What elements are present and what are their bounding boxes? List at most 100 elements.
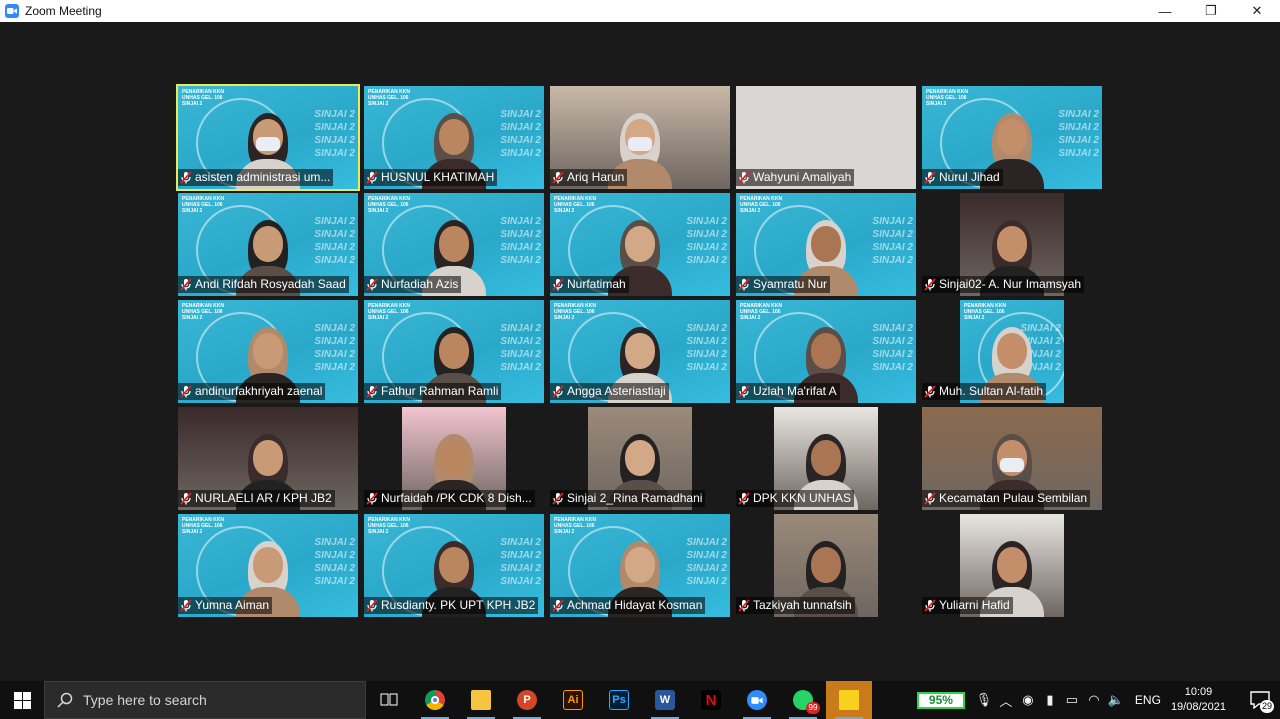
taskbar-apps: P Ai Ps W N 99 (366, 681, 872, 719)
chrome-taskbar-button[interactable] (412, 681, 458, 719)
illustrator-icon: Ai (563, 690, 583, 710)
participant-name: Andi Rifdah Rosyadah Saad (195, 277, 346, 291)
word-taskbar-button[interactable]: W (642, 681, 688, 719)
powerpoint-taskbar-button[interactable]: P (504, 681, 550, 719)
banner-watermark: SINJAI 2 SINJAI 2 SINJAI 2 SINJAI 2 (500, 323, 541, 373)
battery-tray-icon[interactable]: ▭ (1061, 681, 1083, 719)
participant-name: Tazkiyah tunnafsih (753, 598, 852, 612)
muted-mic-icon (366, 171, 381, 184)
banner-watermark: SINJAI 2 SINJAI 2 SINJAI 2 SINJAI 2 (872, 323, 913, 373)
banner-header: PENARIKAN KKN UNHAS GEL. 106 SINJAI 2 (554, 517, 596, 535)
participant-tile[interactable]: PENARIKAN KKN UNHAS GEL. 106 SINJAI 2 SIN… (736, 300, 916, 403)
participant-tile[interactable]: NURLAELI AR / KPH JB2 (178, 407, 358, 510)
windows-taskbar: Type here to search P Ai Ps W N 99 95% 🎙 ︿ ◉ … (0, 681, 1280, 719)
illustrator-taskbar-button[interactable]: Ai (550, 681, 596, 719)
zoom-taskbar-button[interactable] (734, 681, 780, 719)
file-explorer-taskbar-button[interactable] (458, 681, 504, 719)
participant-name: Fathur Rahman Ramli (381, 384, 499, 398)
participant-tile[interactable]: PENARIKAN KKN UNHAS GEL. 106 SINJAI 2 SIN… (922, 86, 1102, 189)
muted-mic-icon (180, 599, 195, 612)
participant-tile[interactable]: Tazkiyah tunnafsih (736, 514, 916, 617)
banner-header: PENARIKAN KKN UNHAS GEL. 106 SINJAI 2 (182, 196, 224, 214)
battery-level: 95% (928, 693, 953, 707)
muted-mic-icon (366, 385, 381, 398)
banner-header: PENARIKAN KKN UNHAS GEL. 106 SINJAI 2 (368, 517, 410, 535)
taskbar-search-input[interactable]: Type here to search (44, 681, 366, 719)
participant-tile[interactable]: PENARIKAN KKN UNHAS GEL. 106 SINJAI 2 SIN… (178, 514, 358, 617)
participant-name-bar: Tazkiyah tunnafsih (736, 597, 855, 614)
muted-mic-icon (738, 599, 753, 612)
participant-name: Nurul Jihad (939, 170, 1000, 184)
participant-tile[interactable]: Wahyuni Amaliyah (736, 86, 916, 189)
participant-name: Achmad Hidayat Kosman (567, 598, 703, 612)
start-button[interactable] (0, 681, 44, 719)
banner-watermark: SINJAI 2 SINJAI 2 SINJAI 2 SINJAI 2 (686, 323, 727, 373)
clock-time: 10:09 (1184, 686, 1213, 698)
participant-tile[interactable]: PENARIKAN KKN UNHAS GEL. 106 SINJAI 2 SIN… (364, 193, 544, 296)
banner-header: PENARIKAN KKN UNHAS GEL. 106 SINJAI 2 (926, 89, 968, 107)
task-view-taskbar-button[interactable] (366, 681, 412, 719)
participant-name-bar: Sinjai 2_Rina Ramadhani (550, 490, 706, 507)
participant-tile[interactable]: Sinjai 2_Rina Ramadhani (550, 407, 730, 510)
participant-tile[interactable]: PENARIKAN KKN UNHAS GEL. 106 SINJAI 2 SIN… (178, 193, 358, 296)
participant-name-bar: NURLAELI AR / KPH JB2 (178, 490, 335, 507)
volume-icon[interactable]: 🔈 (1105, 681, 1127, 719)
microphone-tray-icon[interactable]: 🎙 (973, 681, 995, 719)
participant-tile[interactable]: Yuliarni Hafid (922, 514, 1102, 617)
sticky-notes-taskbar-button[interactable] (826, 681, 872, 719)
minimize-button[interactable]: — (1142, 0, 1188, 22)
webcam-tray-icon[interactable]: ◉ (1017, 681, 1039, 719)
participant-tile[interactable]: DPK KKN UNHAS (736, 407, 916, 510)
muted-mic-icon (552, 278, 567, 291)
unread-badge: 99 (806, 702, 820, 714)
language-indicator[interactable]: ENG (1135, 693, 1161, 707)
muted-mic-icon (738, 385, 753, 398)
banner-header: PENARIKAN KKN UNHAS GEL. 106 SINJAI 2 (182, 303, 224, 321)
close-button[interactable]: ✕ (1234, 0, 1280, 22)
battery-indicator[interactable]: 95% (916, 691, 965, 709)
window-titlebar: Zoom Meeting — ❐ ✕ (0, 0, 1280, 22)
whatsapp-taskbar-button[interactable]: 99 (780, 681, 826, 719)
participant-tile[interactable]: PENARIKAN KKN UNHAS GEL. 106 SINJAI 2 SIN… (364, 514, 544, 617)
wifi-icon[interactable]: ◠ (1083, 681, 1105, 719)
mic-tray-icon[interactable]: ▮ (1039, 681, 1061, 719)
muted-mic-icon (552, 492, 567, 505)
participant-name: Nurfaidah /PK CDK 8 Dish... (381, 491, 532, 505)
participant-tile[interactable]: PENARIKAN KKN UNHAS GEL. 106 SINJAI 2 SIN… (176, 84, 360, 191)
participant-tile[interactable]: Sinjai02- A. Nur Imamsyah (922, 193, 1102, 296)
sticky-notes-icon (839, 690, 859, 710)
participant-tile[interactable]: Nurfaidah /PK CDK 8 Dish... (364, 407, 544, 510)
participant-name: Ariq Harun (567, 170, 625, 184)
participant-name-bar: Nurfadiah Azis (364, 276, 462, 293)
banner-watermark: SINJAI 2 SINJAI 2 SINJAI 2 SINJAI 2 (500, 537, 541, 587)
participant-tile[interactable]: PENARIKAN KKN UNHAS GEL. 106 SINJAI 2 SIN… (550, 193, 730, 296)
participant-tile[interactable]: PENARIKAN KKN UNHAS GEL. 106 SINJAI 2 SIN… (364, 300, 544, 403)
netflix-taskbar-button[interactable]: N (688, 681, 734, 719)
participant-name-bar: Nurfatimah (550, 276, 629, 293)
participant-name: Sinjai02- A. Nur Imamsyah (939, 277, 1082, 291)
banner-watermark: SINJAI 2 SINJAI 2 SINJAI 2 SINJAI 2 (500, 216, 541, 266)
participant-name-bar: Fathur Rahman Ramli (364, 383, 502, 400)
maximize-button[interactable]: ❐ (1188, 0, 1234, 22)
muted-mic-icon (366, 492, 381, 505)
participant-tile[interactable]: Kecamatan Pulau Sembilan (922, 407, 1102, 510)
participant-name-bar: Ariq Harun (550, 169, 628, 186)
participant-tile[interactable]: PENARIKAN KKN UNHAS GEL. 106 SINJAI 2 SIN… (364, 86, 544, 189)
participant-tile[interactable]: PENARIKAN KKN UNHAS GEL. 106 SINJAI 2 SIN… (736, 193, 916, 296)
participant-tile[interactable]: PENARIKAN KKN UNHAS GEL. 106 SINJAI 2 SIN… (178, 300, 358, 403)
participant-tile[interactable]: PENARIKAN KKN UNHAS GEL. 106 SINJAI 2 SIN… (550, 514, 730, 617)
banner-watermark: SINJAI 2 SINJAI 2 SINJAI 2 SINJAI 2 (686, 216, 727, 266)
banner-watermark: SINJAI 2 SINJAI 2 SINJAI 2 SINJAI 2 (686, 537, 727, 587)
action-center-button[interactable]: 29 (1240, 681, 1280, 719)
participant-tile[interactable]: Ariq Harun (550, 86, 730, 189)
photoshop-taskbar-button[interactable]: Ps (596, 681, 642, 719)
participant-name-bar: Sinjai02- A. Nur Imamsyah (922, 276, 1085, 293)
chevron-up-icon[interactable]: ︿ (995, 681, 1017, 719)
clock[interactable]: 10:09 19/08/2021 (1171, 685, 1226, 715)
participant-tile[interactable]: PENARIKAN KKN UNHAS GEL. 106 SINJAI 2 SIN… (922, 300, 1102, 403)
banner-header: PENARIKAN KKN UNHAS GEL. 106 SINJAI 2 (740, 303, 782, 321)
participant-name: Wahyuni Amaliyah (753, 170, 852, 184)
participant-tile[interactable]: PENARIKAN KKN UNHAS GEL. 106 SINJAI 2 SIN… (550, 300, 730, 403)
participant-name-bar: Uzlah Ma'rifat A (736, 383, 840, 400)
muted-mic-icon (924, 599, 939, 612)
